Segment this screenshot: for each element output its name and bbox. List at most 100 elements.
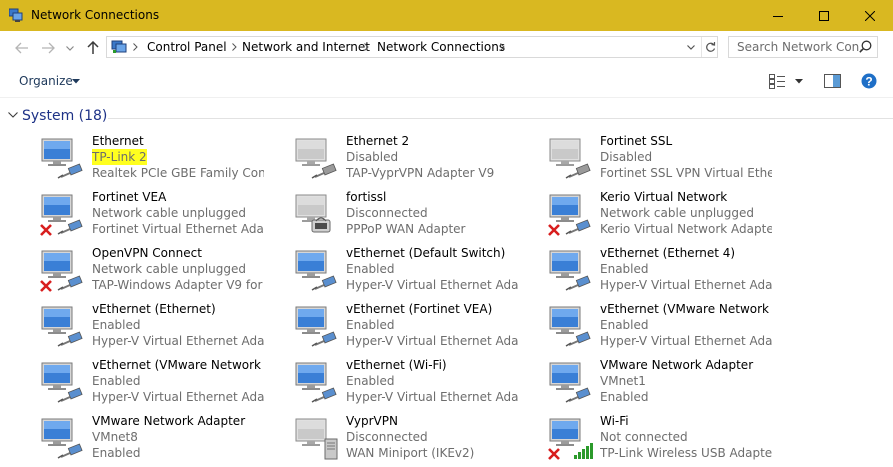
- help-icon[interactable]: ?: [861, 73, 877, 89]
- maximize-button[interactable]: [801, 0, 847, 31]
- ethernet-adapter-icon: [549, 306, 591, 347]
- connection-name: Fortinet SSL: [600, 134, 673, 148]
- connection-device: Enabled: [600, 390, 649, 404]
- dropdown-caret-icon: [72, 79, 80, 84]
- organize-button[interactable]: Organize: [19, 74, 73, 88]
- connection-item[interactable]: vEthernet (Ethernet) Enabled Hyper-V Virtu…: [39, 301, 289, 353]
- ethernet-adapter-icon: [40, 250, 83, 292]
- connection-device: PPPoP WAN Adapter: [346, 222, 466, 236]
- connection-status: Disconnected: [346, 206, 428, 220]
- svg-text:?: ?: [865, 74, 872, 88]
- connection-item[interactable]: OpenVPN Connect Network cable unplugged TA…: [39, 245, 289, 297]
- group-divider: [108, 118, 893, 119]
- ethernet-adapter-icon: [295, 306, 337, 347]
- connection-device: Hyper-V Virtual Ethernet Ada...: [92, 390, 264, 404]
- connection-device: Enabled: [92, 446, 141, 460]
- connection-name: vEthernet (Default Switch): [346, 246, 506, 260]
- connection-item[interactable]: Wi-Fi Not connected TP-Link Wireless USB A…: [547, 413, 797, 465]
- connection-name: fortissl: [346, 190, 387, 204]
- connection-name: Kerio Virtual Network: [600, 190, 728, 204]
- connection-name: Ethernet: [92, 134, 144, 148]
- maximize-icon: [819, 10, 829, 21]
- ethernet-adapter-icon: [549, 362, 591, 403]
- vpn-server-icon: [295, 418, 338, 460]
- connection-name: vEthernet (Fortinet VEA): [346, 302, 493, 316]
- refresh-button[interactable]: [701, 37, 718, 57]
- connection-status: Enabled: [346, 262, 395, 276]
- ethernet-adapter-icon: [41, 418, 83, 459]
- connection-item[interactable]: vEthernet (Fortinet VEA) Enabled Hyper-V V…: [293, 301, 543, 353]
- connection-item[interactable]: fortissl Disconnected PPPoP WAN Adapter: [293, 189, 543, 241]
- connection-device: Fortinet SSL VPN Virtual Ether...: [600, 166, 772, 180]
- close-icon: [865, 10, 875, 21]
- collapse-chevron-icon[interactable]: [8, 112, 18, 118]
- connection-device: Realtek PCIe GBE Family Cont...: [92, 166, 264, 180]
- search-icon: [859, 40, 872, 53]
- ethernet-adapter-icon: [41, 362, 83, 403]
- connection-status: VMnet1: [600, 374, 646, 388]
- connection-name: Wi-Fi: [600, 414, 629, 428]
- connection-status: Enabled: [92, 318, 141, 332]
- chevron-down-icon: [687, 44, 695, 50]
- connection-device: TAP-VyprVPN Adapter V9: [346, 166, 495, 180]
- connection-item[interactable]: vEthernet (VMware Network ) 2 Enabled Hype…: [39, 357, 289, 409]
- address-bar[interactable]: Control Panel Network and Internet Netwo…: [106, 36, 718, 58]
- command-bar: Organize ?: [0, 65, 893, 98]
- connection-item[interactable]: Kerio Virtual Network Network cable unplu…: [547, 189, 797, 241]
- search-input[interactable]: [729, 37, 863, 57]
- breadcrumb-network-connections[interactable]: Network Connections: [377, 40, 505, 54]
- address-history-button[interactable]: [681, 37, 701, 57]
- breadcrumb-separator-icon: [232, 43, 237, 51]
- connection-name: vEthernet (VMware Network ): [600, 302, 772, 316]
- connection-name: VyprVPN: [346, 414, 398, 428]
- connection-item[interactable]: Ethernet 2 Disabled TAP-VyprVPN Adapter V9: [293, 133, 543, 185]
- recent-locations-button[interactable]: [62, 40, 78, 56]
- connection-device: Hyper-V Virtual Ethernet Ada...: [92, 334, 264, 348]
- minimize-icon: [773, 15, 783, 17]
- forward-arrow-icon: [42, 42, 55, 54]
- connection-item[interactable]: vEthernet (Ethernet 4) Enabled Hyper-V Vir…: [547, 245, 797, 297]
- ethernet-adapter-icon: [549, 138, 591, 179]
- connection-item[interactable]: vEthernet (Wi-Fi) Enabled Hyper-V Virtual …: [293, 357, 543, 409]
- search-box[interactable]: [728, 36, 878, 58]
- connection-item[interactable]: vEthernet (VMware Network ) Enabled Hyper-…: [547, 301, 797, 353]
- connection-name: vEthernet (Ethernet 4): [600, 246, 736, 260]
- connection-status: Network cable unplugged: [92, 206, 247, 220]
- group-header-system[interactable]: System (18): [0, 102, 893, 130]
- ethernet-adapter-icon: [295, 362, 337, 403]
- breadcrumb-separator-icon: [364, 43, 369, 51]
- breadcrumb-network-and-internet[interactable]: Network and Internet: [242, 40, 370, 54]
- ethernet-adapter-icon: [295, 138, 337, 179]
- chevron-down-icon: [66, 45, 74, 51]
- minimize-button[interactable]: [755, 0, 801, 31]
- control-panel-icon: [111, 40, 127, 53]
- breadcrumb-separator-icon: [500, 43, 505, 51]
- connection-status: Not connected: [600, 430, 688, 444]
- group-title: System (18): [22, 108, 108, 124]
- up-button[interactable]: [85, 40, 101, 56]
- connection-device: Hyper-V Virtual Ethernet Ada...: [346, 334, 518, 348]
- connection-item[interactable]: VMware Network Adapter VMnet8 Enabled: [39, 413, 289, 465]
- preview-pane-icon[interactable]: [824, 74, 841, 88]
- connection-name: Ethernet 2: [346, 134, 410, 148]
- connection-item[interactable]: VyprVPN Disconnected WAN Miniport (IKEv2): [293, 413, 543, 465]
- ethernet-adapter-icon: [548, 194, 591, 236]
- connection-device: Kerio Virtual Network Adapter: [600, 222, 772, 236]
- network-connections-app-icon: [9, 8, 23, 22]
- breadcrumb-control-panel[interactable]: Control Panel: [147, 40, 227, 54]
- connection-item[interactable]: Fortinet SSL Disabled Fortinet SSL VPN Vir…: [547, 133, 797, 185]
- change-view-icon[interactable]: [769, 74, 786, 89]
- back-button[interactable]: [14, 40, 30, 56]
- connection-item[interactable]: VMware Network Adapter VMnet1 Enabled: [547, 357, 797, 409]
- forward-button[interactable]: [40, 40, 56, 56]
- connection-item[interactable]: Ethernet TP-Link 2 Realtek PCIe GBE Family…: [39, 133, 289, 185]
- connection-item[interactable]: vEthernet (Default Switch) Enabled Hyper-V…: [293, 245, 543, 297]
- close-button[interactable]: [847, 0, 893, 31]
- dialup-modem-icon: [295, 194, 331, 233]
- connection-status: Enabled: [600, 262, 649, 276]
- connection-item[interactable]: Fortinet VEA Network cable unplugged Forti…: [39, 189, 289, 241]
- view-options-caret-icon[interactable]: [795, 79, 803, 84]
- refresh-icon: [705, 42, 715, 52]
- ethernet-adapter-icon: [41, 138, 83, 179]
- back-arrow-icon: [15, 42, 28, 54]
